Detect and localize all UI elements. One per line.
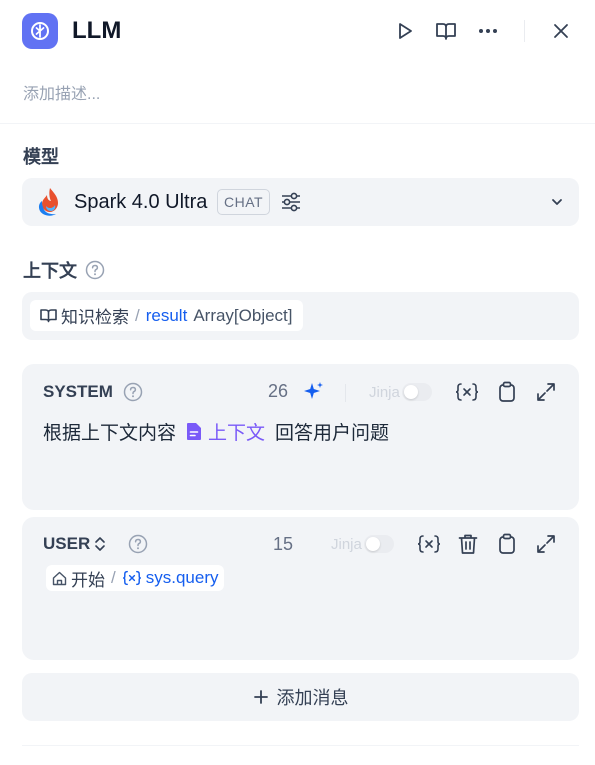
help-icon[interactable] [123,382,143,402]
clipboard-icon [499,381,515,402]
variable-node-name: 开始 [71,570,105,590]
jinja-label: Jinja [331,535,362,553]
help-icon[interactable] [128,534,148,554]
user-query-variable-chip[interactable]: 开始 / sys.query [46,565,225,591]
variable-separator: / [135,305,140,325]
role-label: USER [43,534,91,553]
prompt-text-after: 回答用户问题 [275,423,390,444]
jinja-toggle[interactable]: Jinja [331,535,394,553]
toolbar-separator [345,384,346,402]
variable-type: Array[Object] [193,305,293,325]
system-prompt-editor[interactable]: 根据上下文内容 上下文 回答用户问题 [43,418,389,445]
sparkle-icon [304,382,323,399]
variable-name: sys.query [145,568,219,587]
copy-button[interactable] [495,532,519,556]
insert-variable-button[interactable] [417,532,441,556]
file-icon [187,423,202,440]
variable-separator: / [111,568,116,587]
chevron-updown-icon [95,537,106,551]
insert-variable-button[interactable] [455,380,479,404]
node-title[interactable]: LLM [72,17,121,45]
expand-icon [537,383,555,401]
trash-icon [458,534,478,554]
more-icon [479,29,497,33]
llm-node-icon [22,13,58,49]
clipboard-icon [499,533,515,554]
run-button[interactable] [392,18,418,44]
close-icon [554,24,568,38]
jinja-switch[interactable] [401,383,432,401]
delete-button[interactable] [456,532,480,556]
prompt-text-before: 根据上下文内容 [43,423,177,444]
divider [22,745,579,746]
token-count: 15 [273,534,294,554]
knowledge-book-icon [40,309,57,323]
expand-button[interactable] [534,380,558,404]
run-icon [399,23,412,39]
context-variable-chip[interactable]: 知识检索 / result Array[Object] [30,300,303,331]
model-label: 模型 [23,147,59,167]
help-icon[interactable] [85,260,105,280]
context-label-text: 上下文 [23,261,77,281]
add-message-button[interactable]: 添加消息 [22,673,579,721]
sliders-icon [282,192,300,212]
variable-icon [417,535,441,553]
jinja-toggle[interactable]: Jinja [369,383,432,401]
context-tag: 上下文 [186,418,265,445]
jinja-label: Jinja [369,383,400,401]
node-header: LLM [0,0,595,64]
copy-button[interactable] [495,380,519,404]
docs-button[interactable] [433,18,459,44]
model-params-button[interactable] [279,190,303,214]
close-button[interactable] [548,18,574,44]
book-icon [436,23,456,40]
system-role: SYSTEM [43,382,143,402]
token-count: 26 [268,381,289,401]
variable-icon [122,570,141,586]
system-message-card[interactable]: SYSTEM 26 Jinja 根据上下文内容 上下文 回答用户问题 [22,364,579,510]
description-input[interactable]: 添加描述... [23,80,100,104]
mode-badge: CHAT [217,189,271,215]
user-role-selector[interactable]: USER [43,534,148,554]
context-label: 上下文 [23,257,105,283]
variable-name: result [145,305,188,325]
user-message-card[interactable]: USER 15 Jinja 开始 / sys.query [22,517,579,660]
context-tag-label: 上下文 [208,423,266,444]
add-message-label: 添加消息 [276,688,349,708]
plus-icon [253,690,268,704]
chevron-down-icon [552,199,562,205]
model-selector[interactable]: Spark 4.0 Ultra CHAT [22,178,579,226]
expand-button[interactable] [534,532,558,556]
model-name: Spark 4.0 Ultra [74,191,208,213]
home-icon [52,571,67,585]
context-variable-box[interactable]: 知识检索 / result Array[Object] [22,292,579,340]
header-divider [524,20,525,42]
expand-icon [537,535,555,553]
generate-prompt-button[interactable] [302,380,326,404]
spark-logo-icon [38,188,58,216]
variable-node-name: 知识检索 [61,308,129,327]
divider [0,123,595,124]
role-label: SYSTEM [43,382,113,401]
more-button[interactable] [475,18,501,44]
jinja-switch[interactable] [363,535,394,553]
variable-icon [455,383,479,401]
